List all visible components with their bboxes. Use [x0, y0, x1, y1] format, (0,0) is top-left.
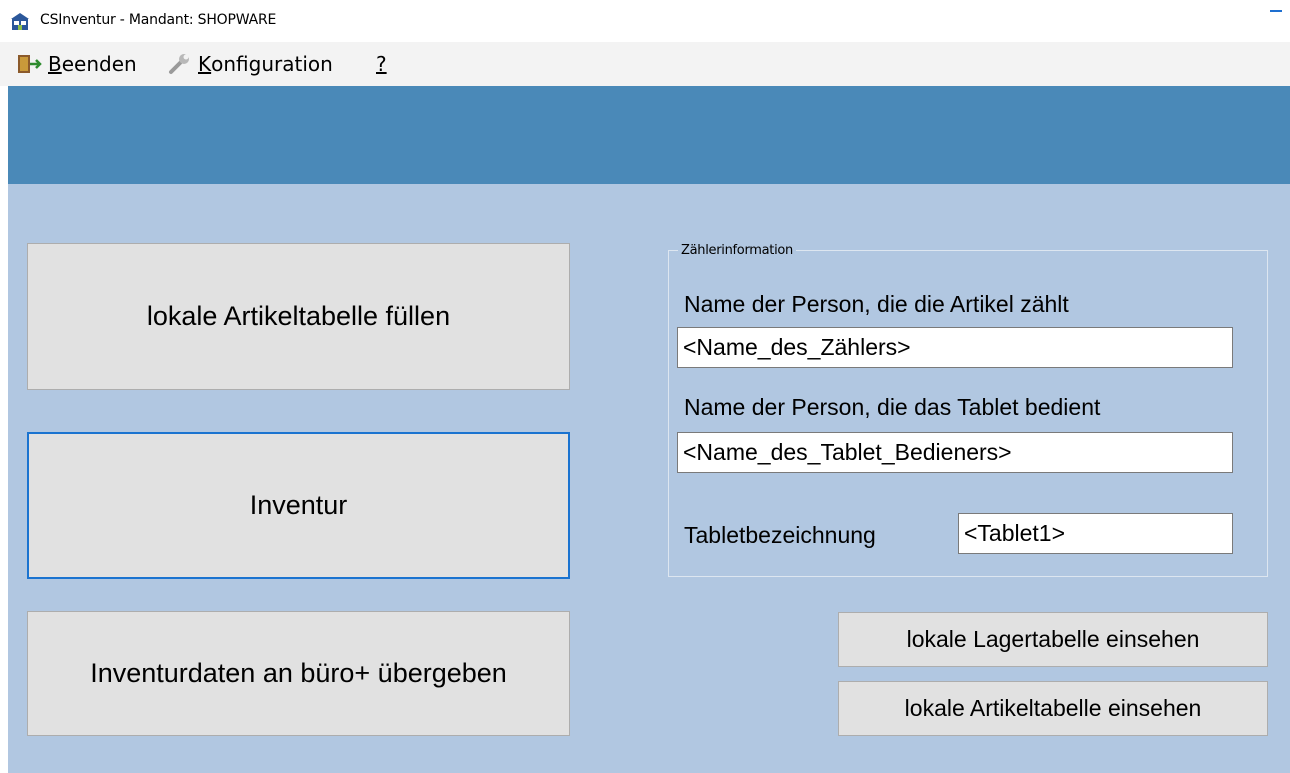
menu-konfiguration-mnemonic: K: [198, 52, 212, 76]
window-title: CSInventur - Mandant: SHOPWARE: [40, 12, 277, 28]
counter-info-legend: Zählerinformation: [678, 243, 796, 258]
menu-konfiguration-label: onfiguration: [211, 52, 333, 76]
header-banner: [8, 86, 1290, 184]
operator-name-label: Name der Person, die das Tablet bedient: [684, 394, 1101, 420]
menu-bar: Beenden Konfiguration ?: [0, 42, 1290, 86]
menu-help-label: ?: [376, 52, 387, 76]
transfer-data-button[interactable]: Inventurdaten an büro+ übergeben: [27, 611, 570, 736]
menu-beenden[interactable]: Beenden: [16, 48, 137, 80]
exit-door-icon: [16, 53, 42, 75]
tablet-label: Tabletbezeichnung: [684, 522, 876, 548]
inventory-button[interactable]: Inventur: [27, 432, 570, 579]
view-stock-table-button[interactable]: lokale Lagertabelle einsehen: [838, 612, 1268, 667]
title-bar: CSInventur - Mandant: SHOPWARE: [0, 0, 1290, 42]
building-icon: [10, 11, 30, 31]
counter-name-field[interactable]: <Name_des_Zählers>: [677, 327, 1233, 368]
menu-beenden-label: eenden: [61, 52, 137, 76]
counter-name-label: Name der Person, die die Artikel zählt: [684, 291, 1069, 317]
operator-name-field[interactable]: <Name_des_Tablet_Bedieners>: [677, 432, 1233, 473]
tablet-name-field[interactable]: <Tablet1>: [958, 513, 1233, 554]
wrench-icon: [168, 53, 192, 75]
minimize-button[interactable]: [1270, 10, 1282, 12]
menu-konfiguration[interactable]: Konfiguration: [168, 48, 333, 80]
view-article-table-button[interactable]: lokale Artikeltabelle einsehen: [838, 681, 1268, 736]
fill-article-table-button[interactable]: lokale Artikeltabelle füllen: [27, 243, 570, 390]
menu-help[interactable]: ?: [376, 48, 387, 80]
menu-beenden-mnemonic: B: [48, 52, 62, 76]
